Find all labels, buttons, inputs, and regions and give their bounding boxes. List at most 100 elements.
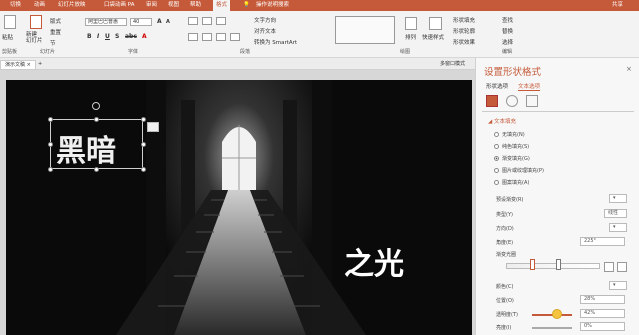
shapes-gallery[interactable] <box>335 16 395 44</box>
paste-button[interactable]: 粘贴 <box>2 33 13 41</box>
transparency-input[interactable]: 42% <box>580 309 625 318</box>
align-left-icon[interactable] <box>188 33 198 41</box>
multi-window-button[interactable]: 多窗口模式 <box>440 58 465 70</box>
align-center-icon[interactable] <box>202 33 212 41</box>
pane-title: 设置形状格式 <box>484 67 542 78</box>
slide-text-of-light[interactable]: 之光 <box>344 239 404 283</box>
shape-effects-button[interactable]: 形状效果 <box>453 38 475 46</box>
resize-handle[interactable] <box>48 142 53 147</box>
type-dropdown[interactable]: 线性 <box>604 209 627 218</box>
indent-icon[interactable] <box>216 17 226 25</box>
layout-button[interactable]: 版式 <box>50 17 61 25</box>
text-fill-outline-icon[interactable] <box>486 95 498 107</box>
document-tab[interactable]: 演示文稿 × <box>0 60 36 70</box>
group-slides-label: 幻灯片 <box>40 49 56 55</box>
gradient-stops-label: 渐变光圈 <box>496 252 517 258</box>
section-button[interactable]: 节 <box>50 39 56 47</box>
bold-button[interactable]: B <box>87 33 92 40</box>
resize-handle[interactable] <box>141 117 146 122</box>
tab-view[interactable]: 视图 <box>168 0 179 11</box>
text-effects-icon[interactable] <box>506 95 518 107</box>
gradient-stop-handle[interactable] <box>530 259 535 270</box>
convert-smartart-button[interactable]: 转换为 SmartArt <box>254 38 297 46</box>
brightness-input[interactable]: 0% <box>580 322 625 331</box>
align-right-icon[interactable] <box>216 33 226 41</box>
tab-shape-options[interactable]: 形状选项 <box>486 82 508 90</box>
font-name-select[interactable]: 阿里巴巴普惠 <box>85 18 127 26</box>
resize-handle[interactable] <box>94 117 99 122</box>
quick-styles-icon[interactable] <box>429 17 442 30</box>
numbering-icon[interactable] <box>202 17 212 25</box>
slide-text-darkness[interactable]: 黑暗 <box>56 126 116 170</box>
close-icon[interactable]: × <box>626 65 632 73</box>
italic-button[interactable]: I <box>97 33 99 40</box>
angle-label: 角度(E) <box>496 240 514 246</box>
tab-format[interactable]: 格式 <box>213 0 231 11</box>
position-input[interactable]: 28% <box>580 295 625 304</box>
font-size-select[interactable]: 40 <box>130 18 152 26</box>
direction-dropdown[interactable]: ▾ <box>609 223 627 232</box>
brightness-slider[interactable] <box>532 327 572 329</box>
resize-handle[interactable] <box>48 117 53 122</box>
tab-slideshow[interactable]: 幻灯片放映 <box>58 0 86 11</box>
slide[interactable]: 黑暗 之光 <box>6 80 472 335</box>
replace-button[interactable]: 替换 <box>502 27 513 35</box>
pane-icon-bar <box>484 95 634 109</box>
gradient-stop-handle[interactable] <box>556 259 561 270</box>
radio-gradient-fill[interactable]: 渐变填充(G) <box>494 155 530 162</box>
new-tab-icon[interactable]: + <box>38 58 42 70</box>
find-button[interactable]: 查找 <box>502 16 513 24</box>
arrange-icon[interactable] <box>405 17 417 30</box>
quick-styles-button[interactable]: 快速样式 <box>422 33 444 41</box>
gradient-stops-bar[interactable] <box>506 263 600 269</box>
transparency-label: 透明度(T) <box>496 312 518 318</box>
rotate-handle-icon[interactable] <box>92 102 100 110</box>
add-stop-icon[interactable] <box>604 262 614 272</box>
resize-handle[interactable] <box>141 167 146 172</box>
tab-text-options[interactable]: 文本选项 <box>518 82 541 91</box>
radio-no-fill[interactable]: 无填充(N) <box>494 131 525 138</box>
share-button[interactable]: 共享 <box>612 0 623 11</box>
bullets-icon[interactable] <box>188 17 198 25</box>
angle-input[interactable]: 225° <box>580 237 625 246</box>
resize-handle[interactable] <box>141 142 146 147</box>
resize-handle[interactable] <box>48 167 53 172</box>
new-slide-icon[interactable] <box>30 15 42 29</box>
arrange-button[interactable]: 排列 <box>405 33 416 41</box>
radio-solid-fill[interactable]: 纯色填充(S) <box>494 143 529 150</box>
transparency-slider-thumb[interactable] <box>552 309 562 319</box>
underline-button[interactable]: U <box>105 33 110 40</box>
shadow-button[interactable]: S <box>115 33 119 40</box>
color-dropdown[interactable]: ▾ <box>609 281 627 290</box>
shape-outline-button[interactable]: 形状轮廓 <box>453 27 475 35</box>
tell-me-search[interactable]: 操作说明搜索 <box>256 0 289 11</box>
shape-fill-button[interactable]: 形状填充 <box>453 16 475 24</box>
brightness-label: 亮度(I) <box>496 325 512 331</box>
tab-help[interactable]: 帮助 <box>190 0 201 11</box>
new-slide-button[interactable]: 新建 幻灯片 <box>26 32 46 44</box>
remove-stop-icon[interactable] <box>617 262 627 272</box>
radio-picture-fill[interactable]: 图片或纹理填充(P) <box>494 167 544 174</box>
grow-font-icon[interactable]: A <box>157 18 162 25</box>
color-label: 颜色(C) <box>496 284 514 290</box>
radio-pattern-fill[interactable]: 图案填充(A) <box>494 179 529 186</box>
font-color-button[interactable]: A <box>142 33 147 40</box>
tab-review[interactable]: 审阅 <box>146 0 157 11</box>
strikethrough-button[interactable]: abc <box>125 33 137 40</box>
tab-pocket-animation[interactable]: 口袋动画 PA <box>104 0 134 11</box>
preset-gradient-dropdown[interactable]: ▾ <box>609 194 627 203</box>
select-button[interactable]: 选择 <box>502 38 513 46</box>
text-fill-section-header[interactable]: ◢ 文本填充 <box>488 117 516 125</box>
align-text-button[interactable]: 对齐文本 <box>254 27 276 35</box>
paste-icon[interactable] <box>4 15 16 29</box>
type-label: 类型(Y) <box>496 212 513 218</box>
layout-options-icon[interactable] <box>147 122 159 132</box>
text-direction-button[interactable]: 文字方向 <box>254 16 276 24</box>
resize-handle[interactable] <box>94 167 99 172</box>
reset-button[interactable]: 重置 <box>50 28 61 36</box>
tab-animations[interactable]: 动画 <box>34 0 45 11</box>
justify-icon[interactable] <box>230 33 240 41</box>
shrink-font-icon[interactable]: A <box>166 19 170 25</box>
tab-transitions[interactable]: 切换 <box>10 0 21 11</box>
textbox-icon[interactable] <box>526 95 538 107</box>
